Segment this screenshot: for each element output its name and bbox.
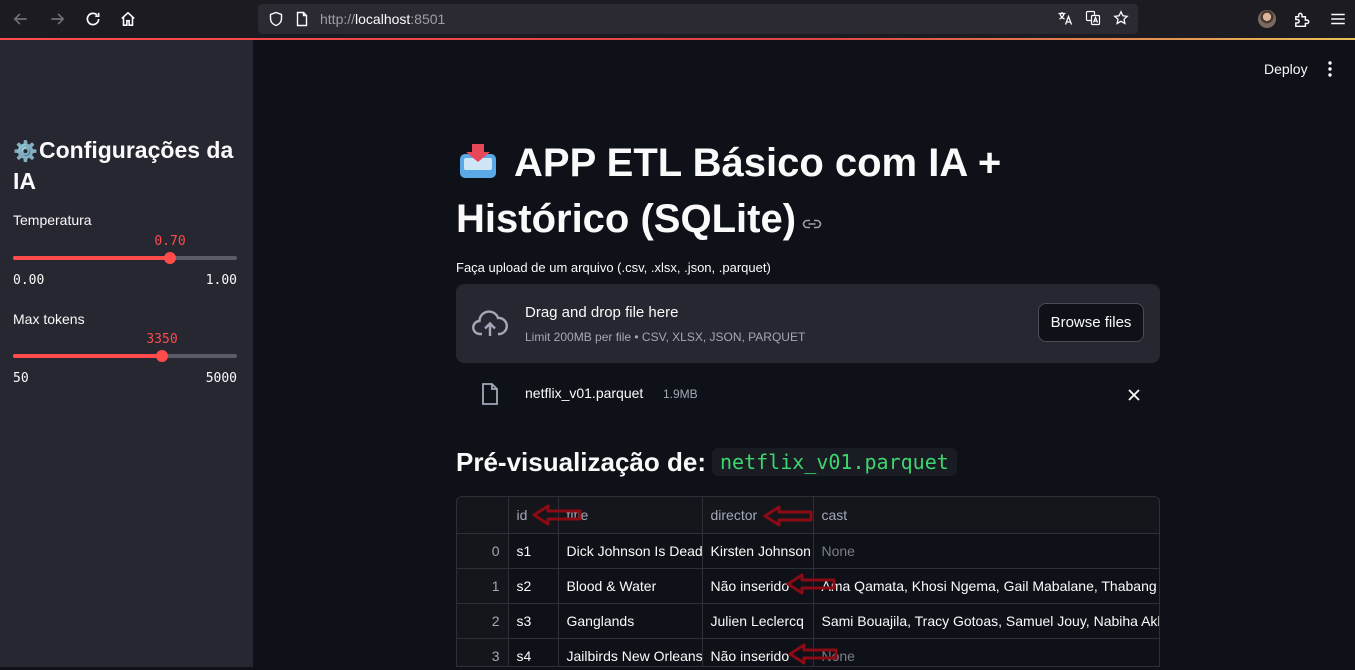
table-cell[interactable]: None	[813, 533, 1159, 569]
browser-toolbar: http://localhost:8501	[0, 0, 1355, 38]
close-icon[interactable]	[1126, 387, 1142, 403]
table-cell[interactable]: Ganglands	[558, 603, 703, 639]
row-index: 1	[457, 568, 509, 604]
upload-label: Faça upload de um arquivo (.csv, .xlsx, …	[456, 260, 771, 275]
preview-file-code: netflix_v01.parquet	[712, 448, 957, 476]
dropzone-limit: Limit 200MB per file • CSV, XLSX, JSON, …	[525, 330, 806, 344]
preview-heading-text: Pré-visualização de:	[456, 447, 706, 477]
home-icon[interactable]	[117, 8, 139, 30]
url-scheme: http://	[320, 11, 356, 27]
row-index: 3	[457, 638, 509, 666]
file-name: netflix_v01.parquet	[525, 385, 644, 401]
annotation-arrow-icon	[763, 505, 815, 527]
dropzone-title: Drag and drop file here	[525, 304, 679, 321]
table-cell[interactable]: Dick Johnson Is Dead	[558, 533, 703, 569]
temperature-min: 0.00	[13, 273, 45, 288]
shield-icon[interactable]	[268, 11, 284, 27]
table-cell[interactable]: None	[813, 638, 1159, 666]
temperature-max: 1.00	[205, 273, 237, 288]
table-cell[interactable]: s3	[508, 603, 559, 639]
back-icon[interactable]	[10, 8, 32, 30]
max-tokens-slider-fill	[13, 354, 162, 358]
table-cell[interactable]: s4	[508, 638, 559, 666]
translate-page-icon[interactable]	[1085, 10, 1101, 26]
forward-icon[interactable]	[46, 8, 68, 30]
sidebar: ⚙️Configurações da IA Temperatura 0.70 0…	[0, 40, 253, 667]
file-dropzone[interactable]: Drag and drop file here Limit 200MB per …	[456, 284, 1160, 363]
bookmark-star-icon[interactable]	[1113, 10, 1129, 26]
page-title-text: APP ETL Básico com IA + Histórico (SQLit…	[456, 141, 1002, 241]
temperature-slider-fill	[13, 256, 170, 260]
table-cell[interactable]: Sami Bouajila, Tracy Gotoas, Samuel Jouy…	[813, 603, 1159, 639]
translate-icon[interactable]	[1057, 10, 1073, 26]
file-icon	[480, 382, 500, 406]
file-size: 1.9MB	[663, 387, 698, 401]
annotation-arrow-icon	[788, 643, 840, 665]
url-host: localhost	[355, 11, 411, 27]
column-header-index	[457, 497, 509, 534]
table-cell[interactable]: Kirsten Johnson	[702, 533, 814, 569]
reload-icon[interactable]	[82, 8, 104, 30]
row-index: 2	[457, 603, 509, 639]
annotation-arrow-icon	[786, 573, 838, 595]
page-icon[interactable]	[294, 11, 310, 27]
table-cell[interactable]: Blood & Water	[558, 568, 703, 604]
account-avatar[interactable]	[1258, 10, 1276, 28]
max-tokens-slider[interactable]	[13, 350, 237, 362]
gear-icon: ⚙️	[13, 141, 38, 163]
temperature-label: Temperatura	[13, 212, 92, 228]
preview-heading: Pré-visualização de: netflix_v01.parquet	[456, 447, 957, 478]
row-index: 0	[457, 533, 509, 569]
max-tokens-value: 3350	[146, 332, 178, 347]
menu-icon[interactable]	[1328, 9, 1348, 29]
annotation-arrow-icon	[532, 504, 584, 526]
deploy-button[interactable]: Deploy	[1264, 61, 1308, 77]
sidebar-title-text: Configurações da IA	[13, 137, 234, 194]
url-text[interactable]: http://localhost:8501	[320, 11, 445, 27]
table-row: 2 s3 Ganglands Julien Leclercq Sami Boua…	[457, 603, 1159, 639]
max-tokens-min: 50	[13, 371, 29, 386]
table-row: 0 s1 Dick Johnson Is Dead Kirsten Johnso…	[457, 533, 1159, 569]
column-header-cast[interactable]: cast	[813, 497, 1159, 534]
url-port: :8501	[410, 11, 446, 27]
table-cell[interactable]: Jailbirds New Orleans	[558, 638, 703, 666]
browse-files-button[interactable]: Browse files	[1038, 303, 1144, 342]
max-tokens-max: 5000	[205, 371, 237, 386]
temperature-slider[interactable]	[13, 252, 237, 264]
uploaded-file: netflix_v01.parquet 1.9MB	[456, 378, 1160, 412]
temperature-slider-thumb[interactable]	[164, 252, 176, 264]
max-tokens-slider-thumb[interactable]	[156, 350, 168, 362]
inbox-tray-icon	[456, 140, 500, 180]
max-tokens-label: Max tokens	[13, 311, 85, 327]
extensions-icon[interactable]	[1292, 9, 1312, 29]
cloud-upload-icon	[472, 310, 508, 338]
link-icon[interactable]	[802, 190, 822, 229]
sidebar-title: ⚙️Configurações da IA	[13, 136, 243, 196]
table-cell[interactable]: s1	[508, 533, 559, 569]
table-cell[interactable]: s2	[508, 568, 559, 604]
table-cell[interactable]: Julien Leclercq	[702, 603, 814, 639]
main-menu-icon[interactable]	[1322, 60, 1338, 78]
address-bar[interactable]: http://localhost:8501	[258, 4, 1138, 34]
temperature-value: 0.70	[154, 234, 186, 249]
page-title: APP ETL Básico com IA + Histórico (SQLit…	[456, 136, 1156, 246]
table-cell[interactable]: Ama Qamata, Khosi Ngema, Gail Mabalane, …	[813, 568, 1159, 604]
